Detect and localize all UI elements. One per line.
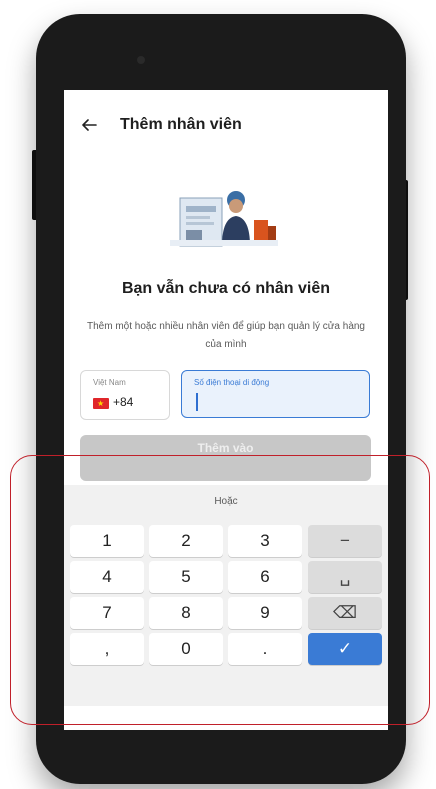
app-bar: Thêm nhân viên: [64, 90, 388, 162]
country-code: +84: [113, 395, 134, 409]
highlight-annotation: [10, 455, 430, 725]
add-button-label: Thêm vào: [197, 441, 254, 455]
phone-number-label: Số điện thoại di động: [194, 378, 270, 387]
camera-icon: [137, 56, 145, 64]
phone-number-field[interactable]: Số điện thoại di động: [181, 370, 370, 418]
text-cursor: [196, 393, 198, 411]
country-label: Việt Nam: [93, 378, 126, 387]
empty-state-description: Thêm một hoặc nhiều nhân viên để giúp bạ…: [87, 321, 365, 350]
vietnam-flag-icon: ★: [93, 398, 109, 409]
arrow-left-icon[interactable]: [80, 116, 98, 134]
page-title: Thêm nhân viên: [120, 116, 242, 133]
country-code-selector[interactable]: Việt Nam ★ +84: [80, 370, 170, 420]
empty-state-heading: Bạn vẫn chưa có nhân viên: [121, 280, 331, 297]
employee-illustration: [170, 191, 278, 247]
